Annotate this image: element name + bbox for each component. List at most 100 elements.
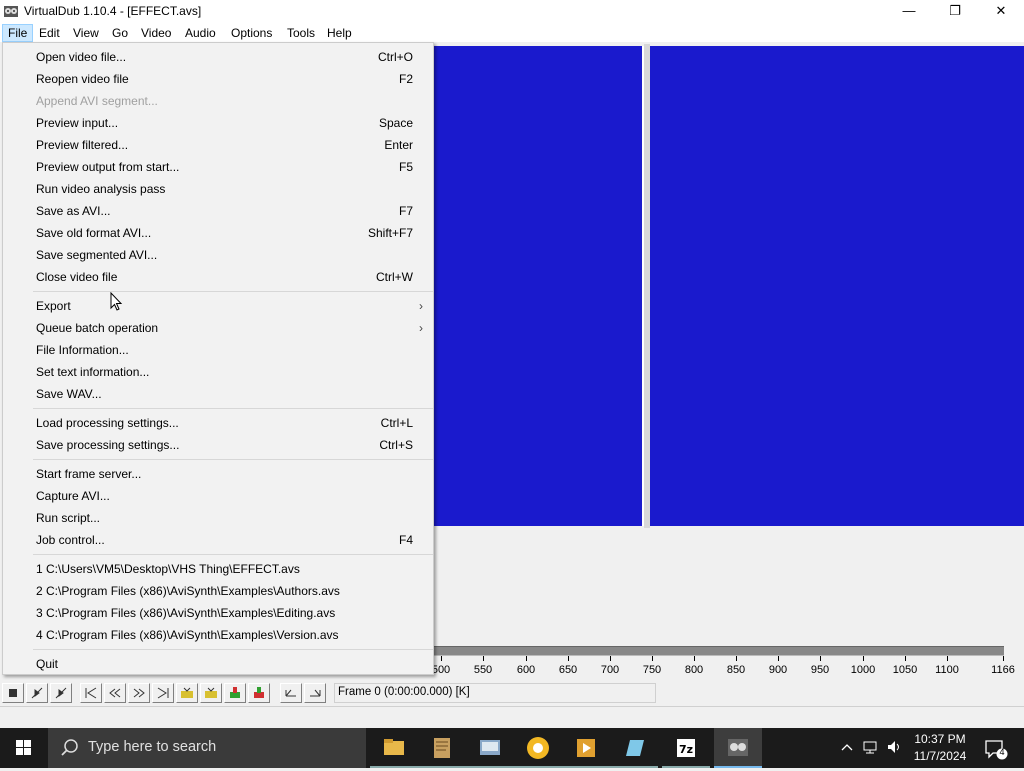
network-icon[interactable] (862, 739, 878, 758)
menu-item-frame-server[interactable]: Start frame server... (3, 463, 433, 485)
notification-badge: 4 (999, 747, 1005, 757)
chrome-icon[interactable] (514, 728, 562, 768)
menu-audio[interactable]: Audio (180, 24, 221, 42)
menu-separator (33, 649, 433, 650)
menu-video[interactable]: Video (136, 24, 176, 42)
forward-key-icon[interactable] (128, 683, 150, 703)
file-dropdown-menu: Open video file... Ctrl+O Reopen video fi… (2, 42, 434, 675)
notes-app-icon[interactable] (610, 728, 658, 768)
timeline-ruler: 500 550 600 650 700 750 800 850 900 950 … (431, 656, 1024, 680)
window-title: VirtualDub 1.10.4 - [EFFECT.avs] (24, 4, 202, 18)
menu-item-save-segmented[interactable]: Save segmented AVI... (3, 244, 433, 266)
film-reel-icon[interactable] (3, 3, 19, 19)
prev-scene-icon[interactable] (176, 683, 198, 703)
menu-item-save-avi[interactable]: Save as AVI... F7 (3, 200, 433, 222)
tick-label: 1100 (935, 664, 959, 676)
virtualdub-taskbar-icon[interactable] (714, 728, 762, 768)
taskbar-search-box[interactable]: Type here to search (48, 728, 366, 768)
mark-in-icon[interactable] (224, 683, 246, 703)
mark-out-icon[interactable] (248, 683, 270, 703)
menu-item-reopen-video[interactable]: Reopen video file F2 (3, 68, 433, 90)
go-end-icon[interactable] (152, 683, 174, 703)
menu-separator (33, 554, 433, 555)
menu-item-queue-batch[interactable]: Queue batch operation › (3, 317, 433, 339)
next-scene-icon[interactable] (200, 683, 222, 703)
menu-separator (33, 291, 433, 292)
tick-label: 650 (558, 664, 578, 676)
app-window-icon[interactable] (466, 728, 514, 768)
menu-item-capture-avi[interactable]: Capture AVI... (3, 485, 433, 507)
go-start-icon[interactable] (80, 683, 102, 703)
file-explorer-icon[interactable] (370, 728, 418, 768)
menu-file[interactable]: File (2, 24, 34, 42)
windows-start-icon[interactable] (0, 728, 48, 768)
maximize-button[interactable]: ❐ (932, 0, 978, 22)
selection-end-icon[interactable] (304, 683, 326, 703)
notepad-plus-icon[interactable] (418, 728, 466, 768)
menu-item-file-info[interactable]: File Information... (3, 339, 433, 361)
title-bar: VirtualDub 1.10.4 - [EFFECT.avs] — ❐ ✕ (0, 0, 1024, 22)
output-video-pane[interactable] (650, 46, 1024, 526)
menu-item-set-text-info[interactable]: Set text information... (3, 361, 433, 383)
back-key-icon[interactable] (104, 683, 126, 703)
menu-item-job-control[interactable]: Job control... F4 (3, 529, 433, 551)
tick-label: 500 (431, 664, 451, 676)
input-video-pane[interactable] (434, 46, 644, 526)
submenu-arrow-icon: › (419, 299, 423, 313)
menu-item-append-avi: Append AVI segment... (36, 94, 158, 108)
tick-label: 950 (810, 664, 830, 676)
menu-item-save-old-avi[interactable]: Save old format AVI... Shift+F7 (3, 222, 433, 244)
menu-item-save-wav[interactable]: Save WAV... (3, 383, 433, 405)
play-output-icon[interactable] (50, 683, 72, 703)
clock-date[interactable]: 11/7/2024 (910, 749, 970, 763)
menu-item-export[interactable]: Export › (3, 295, 433, 317)
menu-item-recent-file-3[interactable]: 3 C:\Program Files (x86)\AviSynth\Exampl… (3, 602, 433, 624)
menu-item-run-analysis[interactable]: Run video analysis pass (3, 178, 433, 200)
timeline-track[interactable] (434, 646, 1004, 656)
menu-item-close-video[interactable]: Close video file Ctrl+W (3, 266, 433, 288)
menu-help[interactable]: Help (322, 24, 357, 42)
tick-label: 800 (684, 664, 704, 676)
7zip-icon[interactable]: 7z (662, 728, 710, 768)
close-button[interactable]: ✕ (978, 0, 1024, 22)
menu-item-load-settings[interactable]: Load processing settings... Ctrl+L (3, 412, 433, 434)
menu-edit[interactable]: Edit (34, 24, 65, 42)
menu-go[interactable]: Go (107, 24, 133, 42)
minimize-button[interactable]: — (886, 0, 932, 22)
tick-label: 750 (642, 664, 662, 676)
system-tray: 10:37 PM 11/7/2024 4 (834, 728, 1024, 768)
tick-label: 550 (473, 664, 493, 676)
menu-item-recent-file-2[interactable]: 2 C:\Program Files (x86)\AviSynth\Exampl… (3, 580, 433, 602)
tick-label: 1000 (850, 664, 876, 676)
menu-item-quit[interactable]: Quit (3, 653, 433, 675)
submenu-arrow-icon: › (419, 321, 423, 335)
tick-label: 850 (726, 664, 746, 676)
clock-time[interactable]: 10:37 PM (910, 732, 970, 746)
media-player-icon[interactable] (562, 728, 610, 768)
tick-label: 600 (516, 664, 536, 676)
menu-item-recent-file-1[interactable]: 1 C:\Users\VM5\Desktop\VHS Thing\EFFECT.… (3, 558, 433, 580)
play-input-icon[interactable] (26, 683, 48, 703)
frame-position-readout: Frame 0 (0:00:00.000) [K] (334, 683, 656, 703)
stop-icon[interactable] (2, 683, 24, 703)
menu-tools[interactable]: Tools (282, 24, 320, 42)
mouse-cursor-icon (110, 291, 123, 315)
tick-label: 700 (600, 664, 620, 676)
menu-item-save-settings[interactable]: Save processing settings... Ctrl+S (3, 434, 433, 456)
tick-label: 1166 (991, 664, 1015, 676)
menu-view[interactable]: View (68, 24, 104, 42)
menu-item-preview-input[interactable]: Preview input... Space (3, 112, 433, 134)
chevron-up-icon[interactable] (840, 740, 854, 757)
menu-item-preview-filtered[interactable]: Preview filtered... Enter (3, 134, 433, 156)
volume-icon[interactable] (886, 739, 902, 758)
tick-label: 1050 (892, 664, 918, 676)
status-bar (0, 706, 1024, 728)
search-placeholder: Type here to search (88, 739, 217, 755)
menu-item-preview-output[interactable]: Preview output from start... F5 (3, 156, 433, 178)
menu-separator (33, 408, 433, 409)
menu-options[interactable]: Options (226, 24, 277, 42)
menu-item-open-video[interactable]: Open video file... Ctrl+O (3, 46, 433, 68)
selection-start-icon[interactable] (280, 683, 302, 703)
menu-item-run-script[interactable]: Run script... (3, 507, 433, 529)
menu-item-recent-file-4[interactable]: 4 C:\Program Files (x86)\AviSynth\Exampl… (3, 624, 433, 646)
